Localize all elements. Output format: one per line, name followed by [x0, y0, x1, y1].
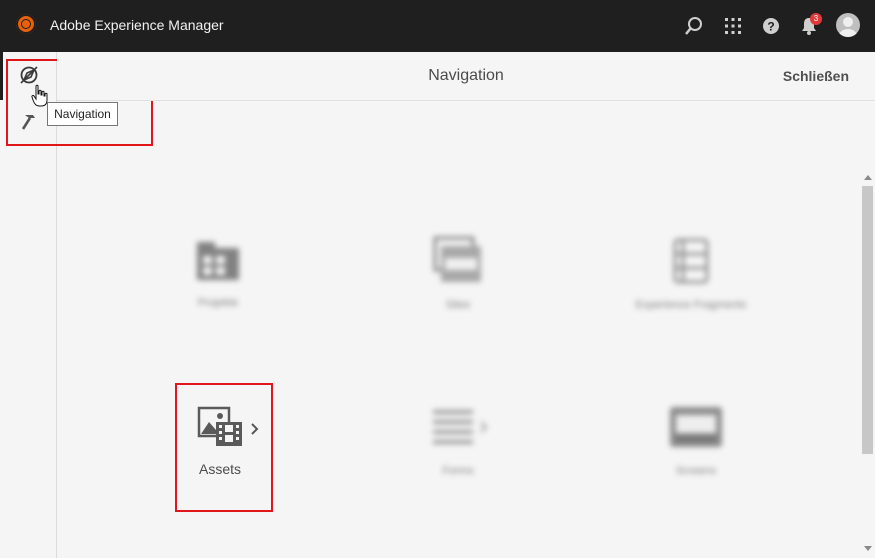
forms-list-icon: [433, 410, 488, 444]
experience-fragment-icon: [673, 238, 709, 284]
scroll-up-arrow-icon[interactable]: [864, 175, 872, 180]
tile-label: Forms: [442, 465, 474, 477]
tile-label: Experience Fragments: [635, 299, 747, 311]
page-header: Navigation Schließen: [57, 52, 875, 101]
page-title: Navigation: [428, 67, 504, 84]
folder-grid-icon: [197, 242, 239, 280]
tile-sites[interactable]: Sites: [408, 236, 508, 311]
top-bar: Adobe Experience Manager ? 3: [0, 0, 875, 52]
help-icon[interactable]: ?: [761, 16, 781, 36]
user-silhouette-icon: [839, 17, 857, 37]
tile-experience-fragments[interactable]: Experience Fragments: [616, 236, 766, 311]
notification-badge[interactable]: 3: [810, 13, 822, 25]
tile-screens[interactable]: Screens: [646, 404, 746, 477]
search-icon[interactable]: [684, 16, 704, 36]
apps-grid-icon[interactable]: [723, 16, 743, 36]
tile-forms[interactable]: Forms: [408, 404, 508, 477]
tile-label: Sites: [445, 299, 471, 311]
highlight-box-assets: [175, 383, 273, 512]
adobe-aem-logo-icon[interactable]: [16, 14, 36, 34]
screens-icon: [670, 407, 722, 447]
close-button[interactable]: Schließen: [783, 68, 849, 84]
tile-projects[interactable]: Projekte: [168, 236, 268, 309]
tile-label: Screens: [675, 465, 717, 477]
rail-active-indicator: [0, 52, 3, 100]
tile-label: Projekte: [197, 297, 239, 309]
sites-icon: [433, 236, 481, 282]
app-title[interactable]: Adobe Experience Manager: [50, 17, 224, 33]
scrollbar-thumb[interactable]: [862, 186, 873, 454]
user-avatar[interactable]: [836, 13, 860, 37]
scroll-down-arrow-icon[interactable]: [864, 546, 872, 551]
svg-text:?: ?: [767, 20, 774, 34]
